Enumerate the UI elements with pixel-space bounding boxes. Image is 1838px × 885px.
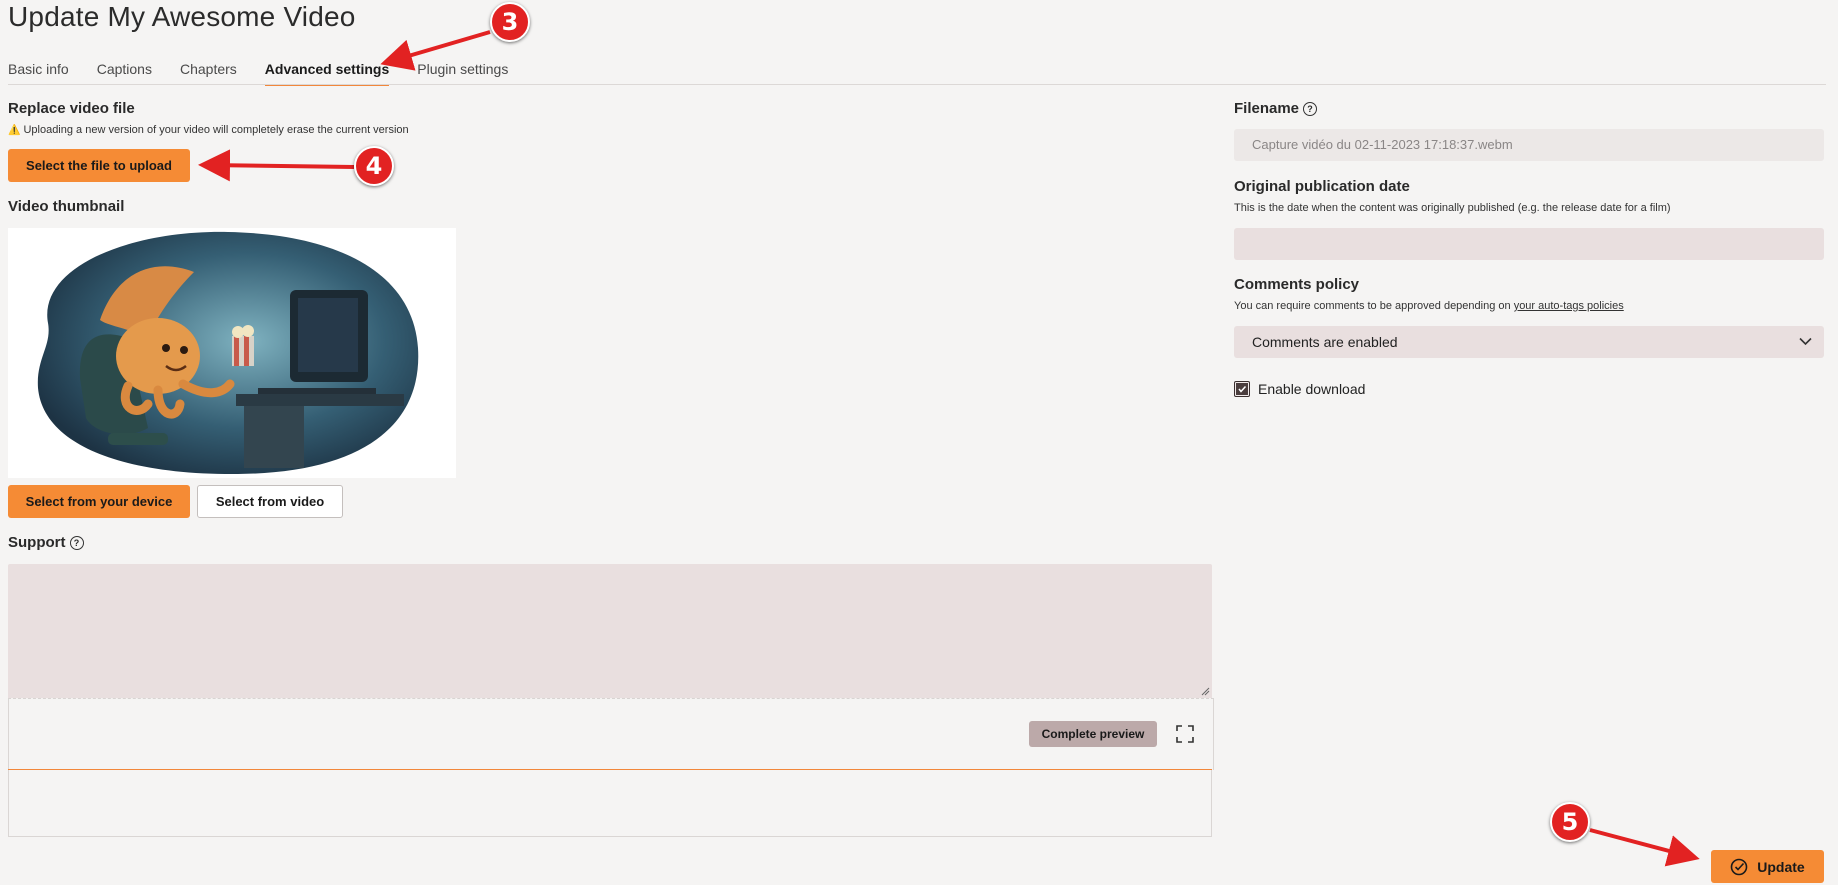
- tab-captions[interactable]: Captions: [97, 58, 152, 86]
- support-help-icon[interactable]: ?: [69, 535, 84, 550]
- annotation-arrow-5: [1589, 828, 1700, 867]
- comments-help: You can require comments to be approved …: [1234, 300, 1624, 312]
- enable-download-row[interactable]: Enable download: [1234, 381, 1365, 397]
- replace-warning: ⚠️ Uploading a new version of your video…: [8, 124, 409, 136]
- resize-handle-icon[interactable]: [1200, 686, 1210, 696]
- tab-basic-info[interactable]: Basic info: [8, 58, 69, 86]
- select-from-video-button[interactable]: Select from video: [197, 485, 343, 518]
- support-textarea[interactable]: [8, 564, 1212, 698]
- annotation-badge-5: 5: [1550, 802, 1590, 842]
- warning-icon: ⚠️: [8, 124, 21, 136]
- tab-bar: Basic info Captions Chapters Advanced se…: [8, 58, 536, 86]
- complete-preview-button[interactable]: Complete preview: [1029, 721, 1157, 747]
- pubdate-heading: Original publication date: [1234, 178, 1410, 195]
- comments-policy-select[interactable]: Comments are enabled: [1234, 326, 1824, 358]
- update-button[interactable]: Update: [1711, 850, 1824, 883]
- auto-tags-link[interactable]: your auto-tags policies: [1514, 300, 1624, 312]
- chevron-down-icon: [1799, 337, 1812, 346]
- filename-field[interactable]: Capture vidéo du 02-11-2023 17:18:37.web…: [1234, 129, 1824, 161]
- pubdate-help: This is the date when the content was or…: [1234, 202, 1671, 214]
- enable-download-checkbox[interactable]: [1234, 381, 1250, 397]
- filename-help-icon[interactable]: ?: [1303, 101, 1318, 116]
- enable-download-label: Enable download: [1258, 381, 1366, 397]
- annotation-arrow-4: [198, 149, 355, 182]
- replace-video-heading: Replace video file: [8, 100, 135, 117]
- thumbnail-illustration: [37, 231, 419, 475]
- thumbnail-image: [8, 228, 456, 478]
- support-heading: Support ?: [8, 534, 84, 551]
- tab-advanced-settings[interactable]: Advanced settings: [264, 58, 390, 86]
- video-thumbnail-heading: Video thumbnail: [8, 198, 125, 215]
- support-label: Support: [8, 534, 66, 551]
- check-circle-icon: [1730, 858, 1748, 875]
- page-title: Update My Awesome Video: [8, 1, 356, 32]
- update-button-label: Update: [1757, 858, 1805, 875]
- select-from-device-button[interactable]: Select from your device: [8, 485, 190, 518]
- tab-plugin-settings[interactable]: Plugin settings: [417, 58, 508, 86]
- annotation-badge-4: 4: [354, 146, 394, 186]
- comments-help-text: You can require comments to be approved …: [1234, 300, 1514, 312]
- annotation-badge-3: 3: [490, 2, 530, 42]
- support-toolbar: Complete preview: [8, 698, 1214, 770]
- support-preview-area: [8, 770, 1212, 837]
- filename-label: Filename: [1234, 100, 1300, 117]
- tab-divider: [8, 84, 1826, 85]
- replace-warning-text: Uploading a new version of your video wi…: [23, 124, 409, 136]
- tab-chapters[interactable]: Chapters: [180, 58, 237, 86]
- filename-heading: Filename ?: [1234, 100, 1318, 117]
- fullscreen-icon[interactable]: [1175, 724, 1195, 744]
- comments-heading: Comments policy: [1234, 276, 1360, 293]
- check-icon: [1236, 383, 1248, 395]
- pubdate-input[interactable]: [1234, 228, 1824, 260]
- select-file-upload-button[interactable]: Select the file to upload: [8, 149, 190, 182]
- comments-policy-value: Comments are enabled: [1252, 334, 1398, 350]
